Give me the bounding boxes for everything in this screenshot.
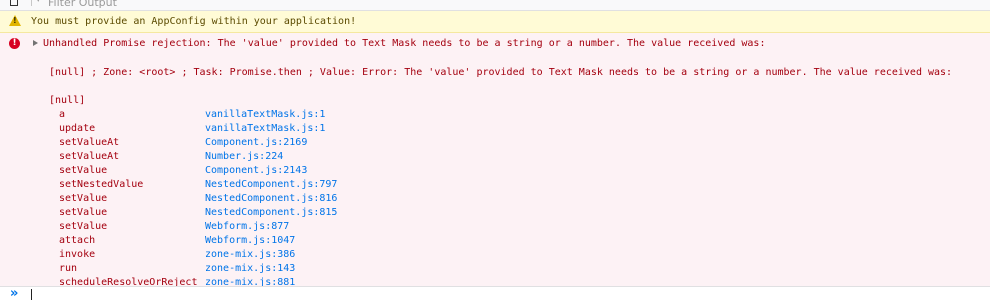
- stack-frame-function: setValue: [59, 193, 108, 204]
- warning-icon: !: [9, 15, 21, 26]
- stack-frame-function: scheduleResolveOrReject: [59, 277, 198, 286]
- stack-frame-source-link[interactable]: vanillaTextMask.js:1: [205, 123, 325, 134]
- stack-frame-function: invoke: [59, 249, 96, 260]
- error-icon: !: [9, 38, 20, 49]
- stack-frame-source-link[interactable]: Component.js:2143: [205, 165, 307, 176]
- stack-frame-source-link[interactable]: zone-mix.js:881: [205, 277, 295, 286]
- stack-frame-source-link[interactable]: Webform.js:877: [205, 221, 289, 232]
- stack-frame-source-link[interactable]: NestedComponent.js:816: [205, 193, 337, 204]
- stack-frame-source-link[interactable]: Number.js:224: [205, 151, 283, 162]
- stack-frame-function: setValue: [59, 165, 108, 176]
- stack-frame-source-link[interactable]: Webform.js:1047: [205, 235, 295, 246]
- stack-frame-function: update: [59, 123, 96, 134]
- expand-toggle-icon[interactable]: [33, 40, 38, 46]
- stack-frame-source-link[interactable]: NestedComponent.js:797: [205, 179, 337, 190]
- trash-icon[interactable]: [10, 0, 18, 6]
- stack-frame-function: attach: [59, 235, 96, 246]
- toolbar-divider: [31, 0, 32, 6]
- stack-frame-function: setValueAt: [59, 137, 120, 148]
- warning-icon-glyph: !: [13, 16, 17, 25]
- stack-frame-source-link[interactable]: zone-mix.js:143: [205, 263, 295, 274]
- stack-frame-function: setNestedValue: [59, 179, 144, 190]
- error-text-line-3: [null]: [49, 95, 86, 106]
- text-cursor: [31, 289, 32, 300]
- stack-frame-function: run: [59, 263, 78, 274]
- error-text-line-2: [null] ; Zone: <root> ; Task: Promise.th…: [49, 67, 953, 78]
- warning-text: You must provide an AppConfig within you…: [31, 16, 357, 27]
- stack-frame-function: setValue: [59, 221, 108, 232]
- error-message[interactable]: ! Unhandled Promise rejection: The 'valu…: [0, 33, 990, 286]
- error-text-line-1: Unhandled Promise rejection: The 'value'…: [43, 38, 766, 49]
- filter-input[interactable]: [46, 0, 250, 10]
- console-toolbar: ▾: [0, 0, 990, 11]
- stack-frame-function: a: [59, 109, 66, 120]
- stack-frame-function: setValueAt: [59, 151, 120, 162]
- filter-icon: ▾: [36, 0, 41, 5]
- prompt-chevron-icon: »: [10, 286, 19, 301]
- stack-frame-source-link[interactable]: zone-mix.js:386: [205, 249, 295, 260]
- stack-frame-source-link[interactable]: NestedComponent.js:815: [205, 207, 337, 218]
- console-input-row[interactable]: »: [0, 286, 990, 301]
- stack-frame-source-link[interactable]: vanillaTextMask.js:1: [205, 109, 325, 120]
- warning-message[interactable]: ! You must provide an AppConfig within y…: [0, 11, 990, 33]
- stack-frame-source-link[interactable]: Component.js:2169: [205, 137, 307, 148]
- stack-frame-function: setValue: [59, 207, 108, 218]
